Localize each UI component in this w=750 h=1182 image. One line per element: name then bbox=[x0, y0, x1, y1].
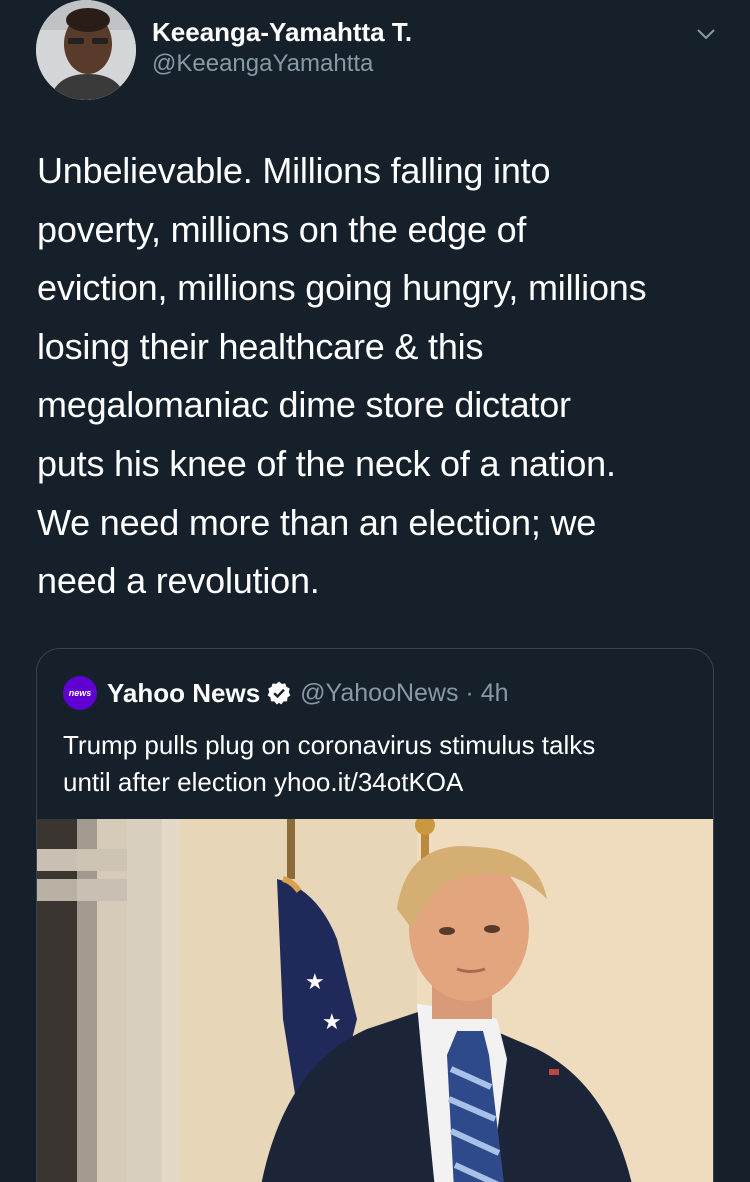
avatar[interactable] bbox=[36, 0, 136, 100]
quoted-tweet-card[interactable]: news Yahoo News @YahooNews · 4h Trump pu… bbox=[36, 648, 714, 1182]
svg-text:★: ★ bbox=[322, 1010, 342, 1035]
quoted-handle-time: @YahooNews · 4h bbox=[300, 678, 509, 707]
quoted-tweet-text: Trump pulls plug on coronavirus stimulus… bbox=[63, 730, 596, 797]
quoted-avatar-label: news bbox=[68, 688, 92, 698]
user-handle[interactable]: @KeeangaYamahtta bbox=[152, 48, 412, 80]
tweet-text: Unbelievable. Millions falling into pove… bbox=[37, 150, 647, 602]
tweet-page: Keeanga-Yamahtta T. @KeeangaYamahtta Unb… bbox=[0, 0, 750, 1182]
quoted-display-name[interactable]: Yahoo News bbox=[107, 678, 260, 709]
verified-badge-icon bbox=[267, 681, 291, 705]
quoted-tweet-image[interactable]: ★ ★ bbox=[37, 819, 713, 1182]
svg-text:★: ★ bbox=[305, 970, 325, 995]
quoted-tweet-header: news Yahoo News @YahooNews · 4h bbox=[63, 673, 509, 713]
chevron-down-icon[interactable] bbox=[694, 22, 718, 46]
tweet-header: Keeanga-Yamahtta T. @KeeangaYamahtta bbox=[36, 0, 726, 100]
display-name[interactable]: Keeanga-Yamahtta T. bbox=[152, 16, 412, 48]
quoted-avatar[interactable]: news bbox=[63, 676, 97, 710]
user-block: Keeanga-Yamahtta T. @KeeangaYamahtta bbox=[152, 16, 412, 80]
